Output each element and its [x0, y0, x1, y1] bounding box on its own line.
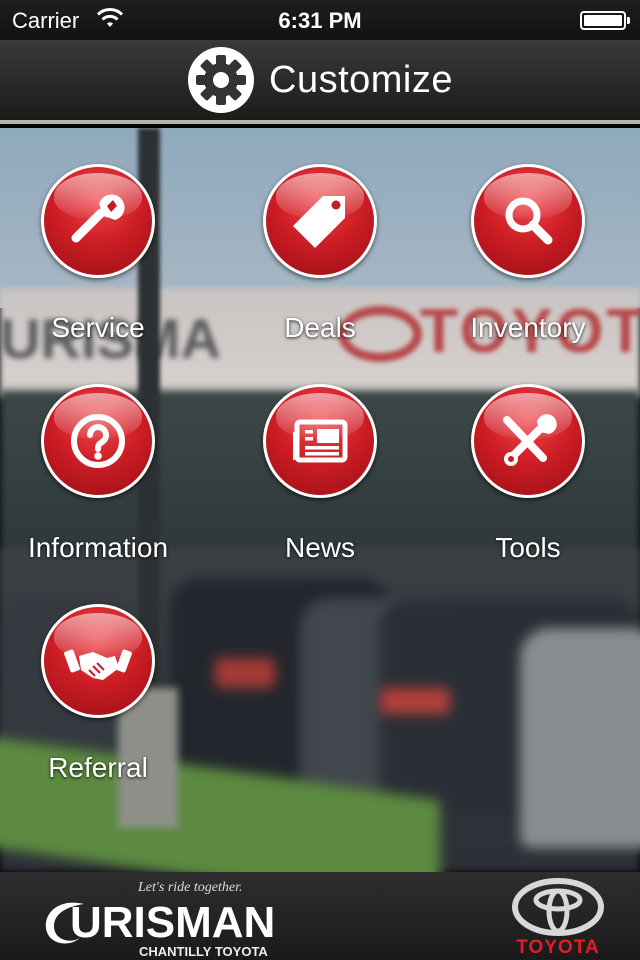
news-button[interactable]: News — [210, 384, 430, 564]
status-bar: Carrier 6:31 PM — [0, 0, 640, 40]
referral-label: Referral — [48, 752, 148, 783]
toyota-wordmark: TOYOTA — [516, 937, 600, 958]
newspaper-icon — [293, 419, 348, 463]
footer-banner: Let's ride together. URISMAN CHANTILLY T… — [0, 872, 640, 960]
inventory-button[interactable]: Inventory — [418, 164, 638, 344]
battery-icon — [580, 11, 630, 30]
question-icon — [71, 414, 125, 468]
price-tag-icon — [293, 196, 345, 248]
dealer-name: URISMAN — [70, 898, 276, 947]
magnifier-icon — [505, 197, 553, 245]
battery-fill — [584, 15, 622, 26]
toyota-logo[interactable]: TOYOTA — [508, 878, 608, 958]
customize-button[interactable]: Customize — [187, 46, 453, 114]
service-label: Service — [51, 312, 145, 343]
inventory-label: Inventory — [470, 312, 586, 343]
dealer-location: CHANTILLY TOYOTA — [139, 944, 268, 959]
news-label: News — [284, 532, 355, 563]
header-bar: Customize — [0, 40, 640, 124]
wrench-icon — [71, 194, 125, 243]
service-button[interactable]: Service — [0, 164, 208, 344]
referral-button[interactable]: Referral — [0, 604, 208, 784]
clock: 6:31 PM — [278, 8, 362, 33]
page-title: Customize — [269, 58, 453, 101]
deals-label: Deals — [284, 312, 356, 343]
gear-icon — [188, 47, 254, 113]
toyota-emblem-icon — [512, 878, 604, 936]
dealer-logo[interactable]: Let's ride together. URISMAN CHANTILLY T… — [40, 878, 275, 959]
handshake-icon — [64, 649, 132, 680]
tools-icon — [503, 414, 557, 466]
dealer-tagline: Let's ride together. — [138, 880, 243, 895]
deals-button[interactable]: Deals — [210, 164, 430, 344]
information-button[interactable]: Information — [0, 384, 208, 564]
tools-button[interactable]: Tools — [418, 384, 638, 564]
main-menu: URISMA TOYOTA Service — [0, 128, 640, 872]
information-label: Information — [27, 532, 169, 563]
tools-label: Tools — [495, 532, 561, 563]
